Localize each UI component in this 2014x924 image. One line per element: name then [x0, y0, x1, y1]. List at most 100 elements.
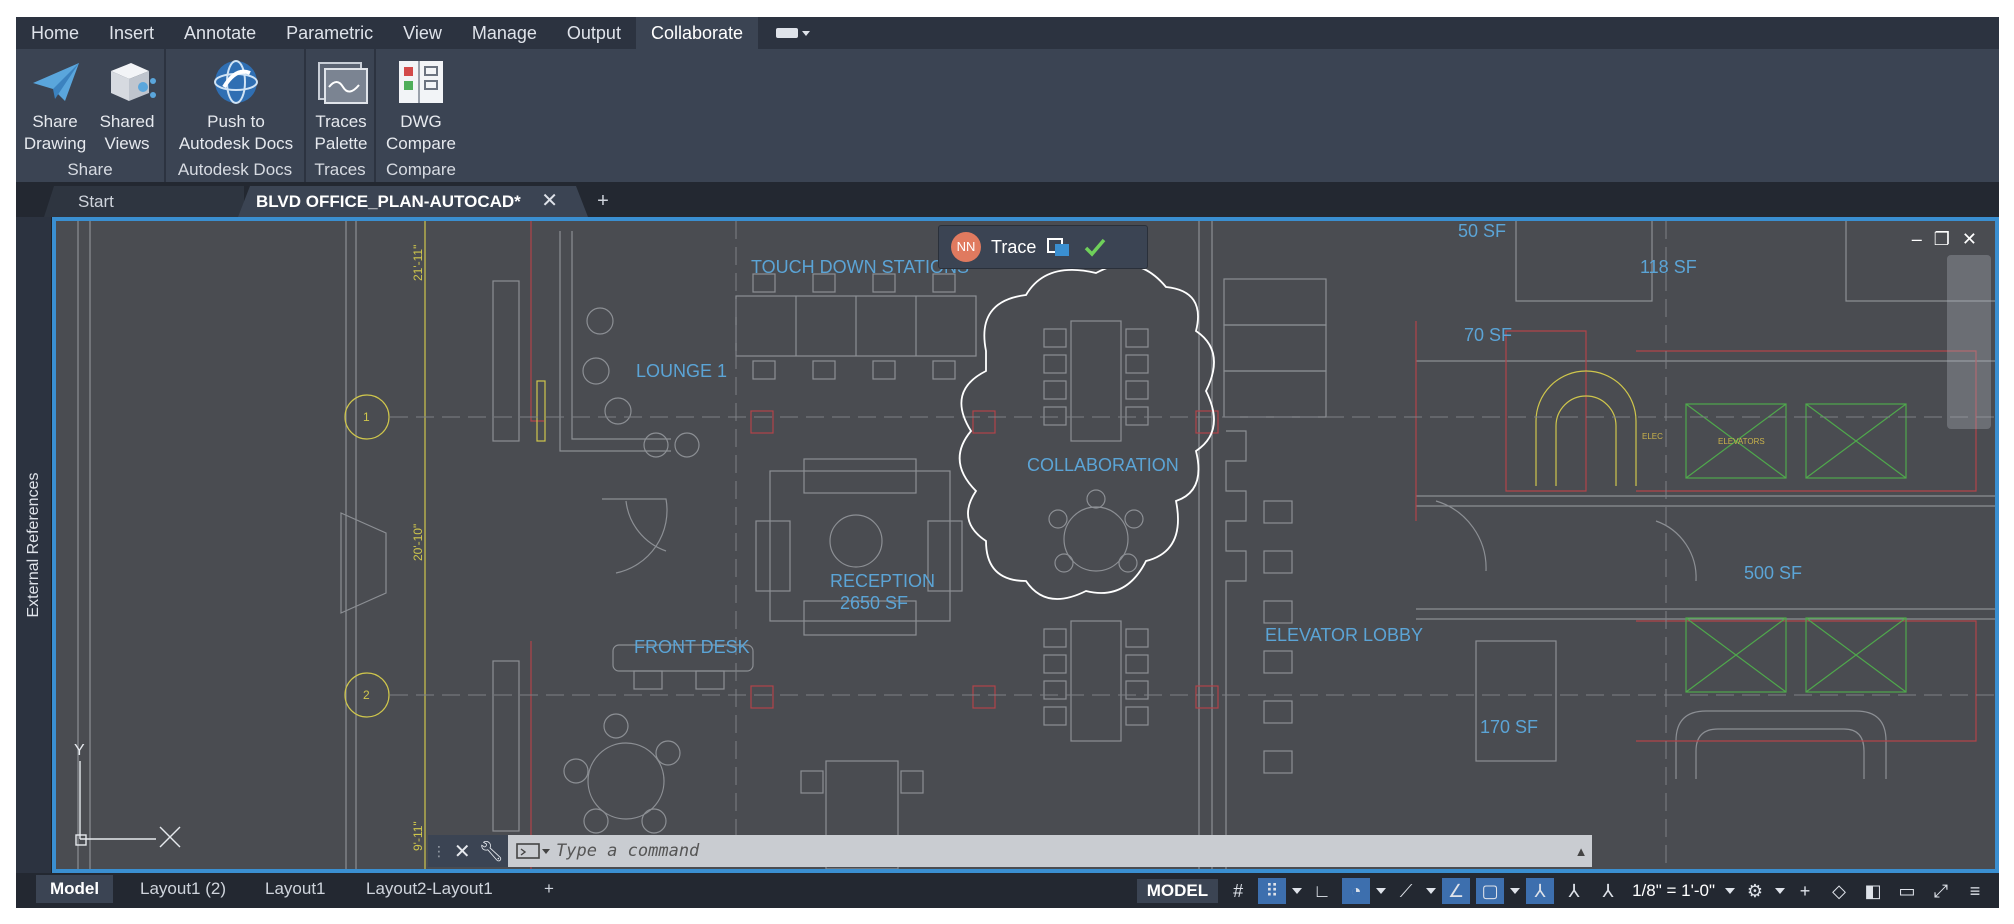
layout-tab-layout1[interactable]: Layout1 — [251, 875, 340, 903]
label-area-50: 50 SF — [1458, 221, 1506, 241]
snap-icon[interactable]: ⠿ — [1258, 878, 1287, 904]
layout-tab-model[interactable]: Model — [36, 875, 114, 903]
avatar: NN — [951, 232, 981, 262]
status-bar: Model Layout1 (2) Layout1 Layout2-Layout… — [16, 873, 1999, 908]
tab-collaborate[interactable]: Collaborate — [635, 17, 759, 49]
file-tab-start[interactable]: Start — [44, 186, 244, 217]
isodraft-dropdown-icon[interactable] — [1426, 888, 1437, 894]
panel-title-share: Share — [67, 160, 113, 179]
panel-autodesk-docs: Push to Autodesk Docs Autodesk Docs — [166, 49, 306, 182]
file-tab-active[interactable]: BLVD OFFICE_PLAN-AUTOCAD* ✕ — [238, 186, 588, 217]
navigation-bar[interactable] — [1947, 255, 1991, 429]
grid-bubble-2: 2 — [363, 688, 370, 702]
label-reception-area: 2650 SF — [840, 593, 908, 613]
ucs-y-label: Y — [74, 742, 85, 759]
trace-toolbar: NN Trace — [938, 225, 1148, 269]
grid-icon[interactable]: # — [1224, 878, 1252, 904]
annotation-scale-value[interactable]: 1/8" = 1'-0" — [1628, 881, 1719, 901]
command-input[interactable] — [550, 841, 1570, 861]
label-area-170: 170 SF — [1480, 717, 1538, 737]
paper-plane-icon — [33, 63, 79, 101]
plus-icon[interactable]: + — [1791, 878, 1819, 904]
label-elec: ELEC — [1642, 432, 1663, 441]
grip-icon[interactable]: ⋮ — [432, 843, 446, 860]
annotation-visibility-icon[interactable]: ⅄ — [1526, 878, 1555, 904]
object-snap-tracking-icon[interactable]: ∠ — [1442, 878, 1471, 904]
ortho-icon[interactable]: ∟ — [1308, 878, 1336, 904]
traces-palette-label: Traces Palette — [314, 112, 368, 153]
minimize-ribbon-icon — [776, 28, 799, 38]
gear-icon[interactable]: ⚙ — [1741, 878, 1769, 904]
close-icon[interactable]: ✕ — [1962, 229, 1977, 250]
dwg-compare-button[interactable]: DWG Compare — [382, 57, 460, 155]
shared-views-button[interactable]: Shared Views — [94, 57, 160, 155]
dimension-top: 21'-11" — [411, 245, 425, 281]
close-command-icon[interactable]: ✕ — [454, 839, 471, 864]
layout-tab-layout2-layout1[interactable]: Layout2-Layout1 — [352, 875, 507, 903]
external-references-label: External References — [25, 472, 42, 618]
label-elevators: ELEVATORS — [1718, 437, 1765, 446]
tab-home[interactable]: Home — [16, 17, 94, 49]
dimension-middle: 20'-10" — [411, 524, 425, 561]
drawing-viewport[interactable]: TOUCH DOWN STATIONS LOUNGE 1 COLLABORATI… — [52, 217, 1999, 873]
hamburger-menu-icon[interactable]: ≡ — [1961, 878, 1989, 904]
check-icon[interactable] — [1082, 236, 1108, 258]
restore-icon[interactable]: ❐ — [1934, 229, 1950, 250]
share-drawing-button[interactable]: Share Drawing — [20, 57, 90, 155]
clean-screen-icon[interactable]: ⤢ — [1927, 878, 1955, 904]
label-front-desk: FRONT DESK — [634, 637, 750, 657]
traces-palette-button[interactable]: Traces Palette — [310, 57, 372, 155]
file-tab-title: BLVD OFFICE_PLAN-AUTOCAD* — [256, 192, 521, 211]
panel-title-autodesk-docs: Autodesk Docs — [177, 160, 293, 179]
command-line-tools: ⋮ ✕ 🔧︎ — [428, 835, 508, 867]
shared-views-label: Shared Views — [99, 112, 155, 153]
panel-title-traces: Traces — [314, 160, 366, 179]
dwg-compare-label: DWG Compare — [386, 112, 456, 153]
isolate-objects-icon[interactable]: ◧ — [1859, 878, 1887, 904]
panel-traces: Traces Palette Traces — [306, 49, 376, 182]
label-reception: RECEPTION — [830, 571, 935, 591]
push-to-autodesk-docs-button[interactable]: Push to Autodesk Docs — [170, 57, 302, 155]
label-touch-down-stations: TOUCH DOWN STATIONS — [751, 257, 969, 277]
ribbon-display-toggle[interactable] — [776, 17, 811, 49]
tab-manage[interactable]: Manage — [457, 17, 552, 49]
trace-toggle-icon[interactable] — [1046, 236, 1072, 258]
label-collaboration: COLLABORATION — [1027, 455, 1179, 475]
polar-dropdown-icon[interactable] — [1376, 888, 1387, 894]
snap-dropdown-icon[interactable] — [1292, 888, 1303, 894]
tab-output[interactable]: Output — [552, 17, 636, 49]
workspace-dropdown-icon[interactable] — [1775, 888, 1785, 894]
close-tab-icon[interactable]: ✕ — [541, 186, 558, 217]
command-prompt-icon[interactable] — [516, 842, 550, 860]
new-tab-button[interactable]: + — [586, 186, 620, 217]
trace-label: Trace — [991, 236, 1037, 257]
tab-view[interactable]: View — [388, 17, 457, 49]
model-space-toggle[interactable]: MODEL — [1136, 879, 1219, 903]
external-references-palette[interactable]: External References — [16, 217, 52, 873]
scale-dropdown-icon[interactable] — [1725, 888, 1735, 894]
push-to-docs-label: Push to Autodesk Docs — [178, 112, 294, 153]
tab-annotate[interactable]: Annotate — [169, 17, 271, 49]
file-tab-bar: Start BLVD OFFICE_PLAN-AUTOCAD* ✕ + — [16, 182, 1999, 217]
status-tools: MODEL # ⠿ ∟ ◔ ⟋ ∠ ▢ ⅄ ⅄ ⅄ 1/8" = 1'-0" ⚙… — [1136, 877, 1989, 905]
tab-parametric[interactable]: Parametric — [271, 17, 388, 49]
command-history-icon[interactable]: ▲ — [1570, 844, 1592, 859]
annotation-scale-icon[interactable]: ⅄ — [1594, 878, 1622, 904]
object-snap-dropdown-icon[interactable] — [1510, 888, 1521, 894]
share-drawing-label: Share Drawing — [23, 112, 87, 153]
ribbon-panel: Share Drawing Shared Views Share Push to… — [16, 49, 1999, 182]
units-icon[interactable]: ◇ — [1825, 878, 1853, 904]
hardware-acceleration-icon[interactable]: ▭ — [1893, 878, 1921, 904]
object-snap-icon[interactable]: ▢ — [1476, 878, 1505, 904]
auto-scale-icon[interactable]: ⅄ — [1560, 878, 1588, 904]
polar-icon[interactable]: ◔ — [1342, 878, 1371, 904]
isodraft-icon[interactable]: ⟋ — [1392, 878, 1420, 904]
tab-insert[interactable]: Insert — [94, 17, 169, 49]
grid-bubble-1: 1 — [363, 410, 370, 424]
label-lounge: LOUNGE 1 — [636, 361, 727, 381]
dwg-compare-icon — [399, 61, 443, 103]
add-layout-button[interactable]: + — [530, 875, 568, 903]
wrench-icon[interactable]: 🔧︎ — [479, 839, 504, 864]
minimize-icon[interactable]: ‒ — [1912, 229, 1922, 250]
layout-tab-layout1-2[interactable]: Layout1 (2) — [126, 875, 240, 903]
